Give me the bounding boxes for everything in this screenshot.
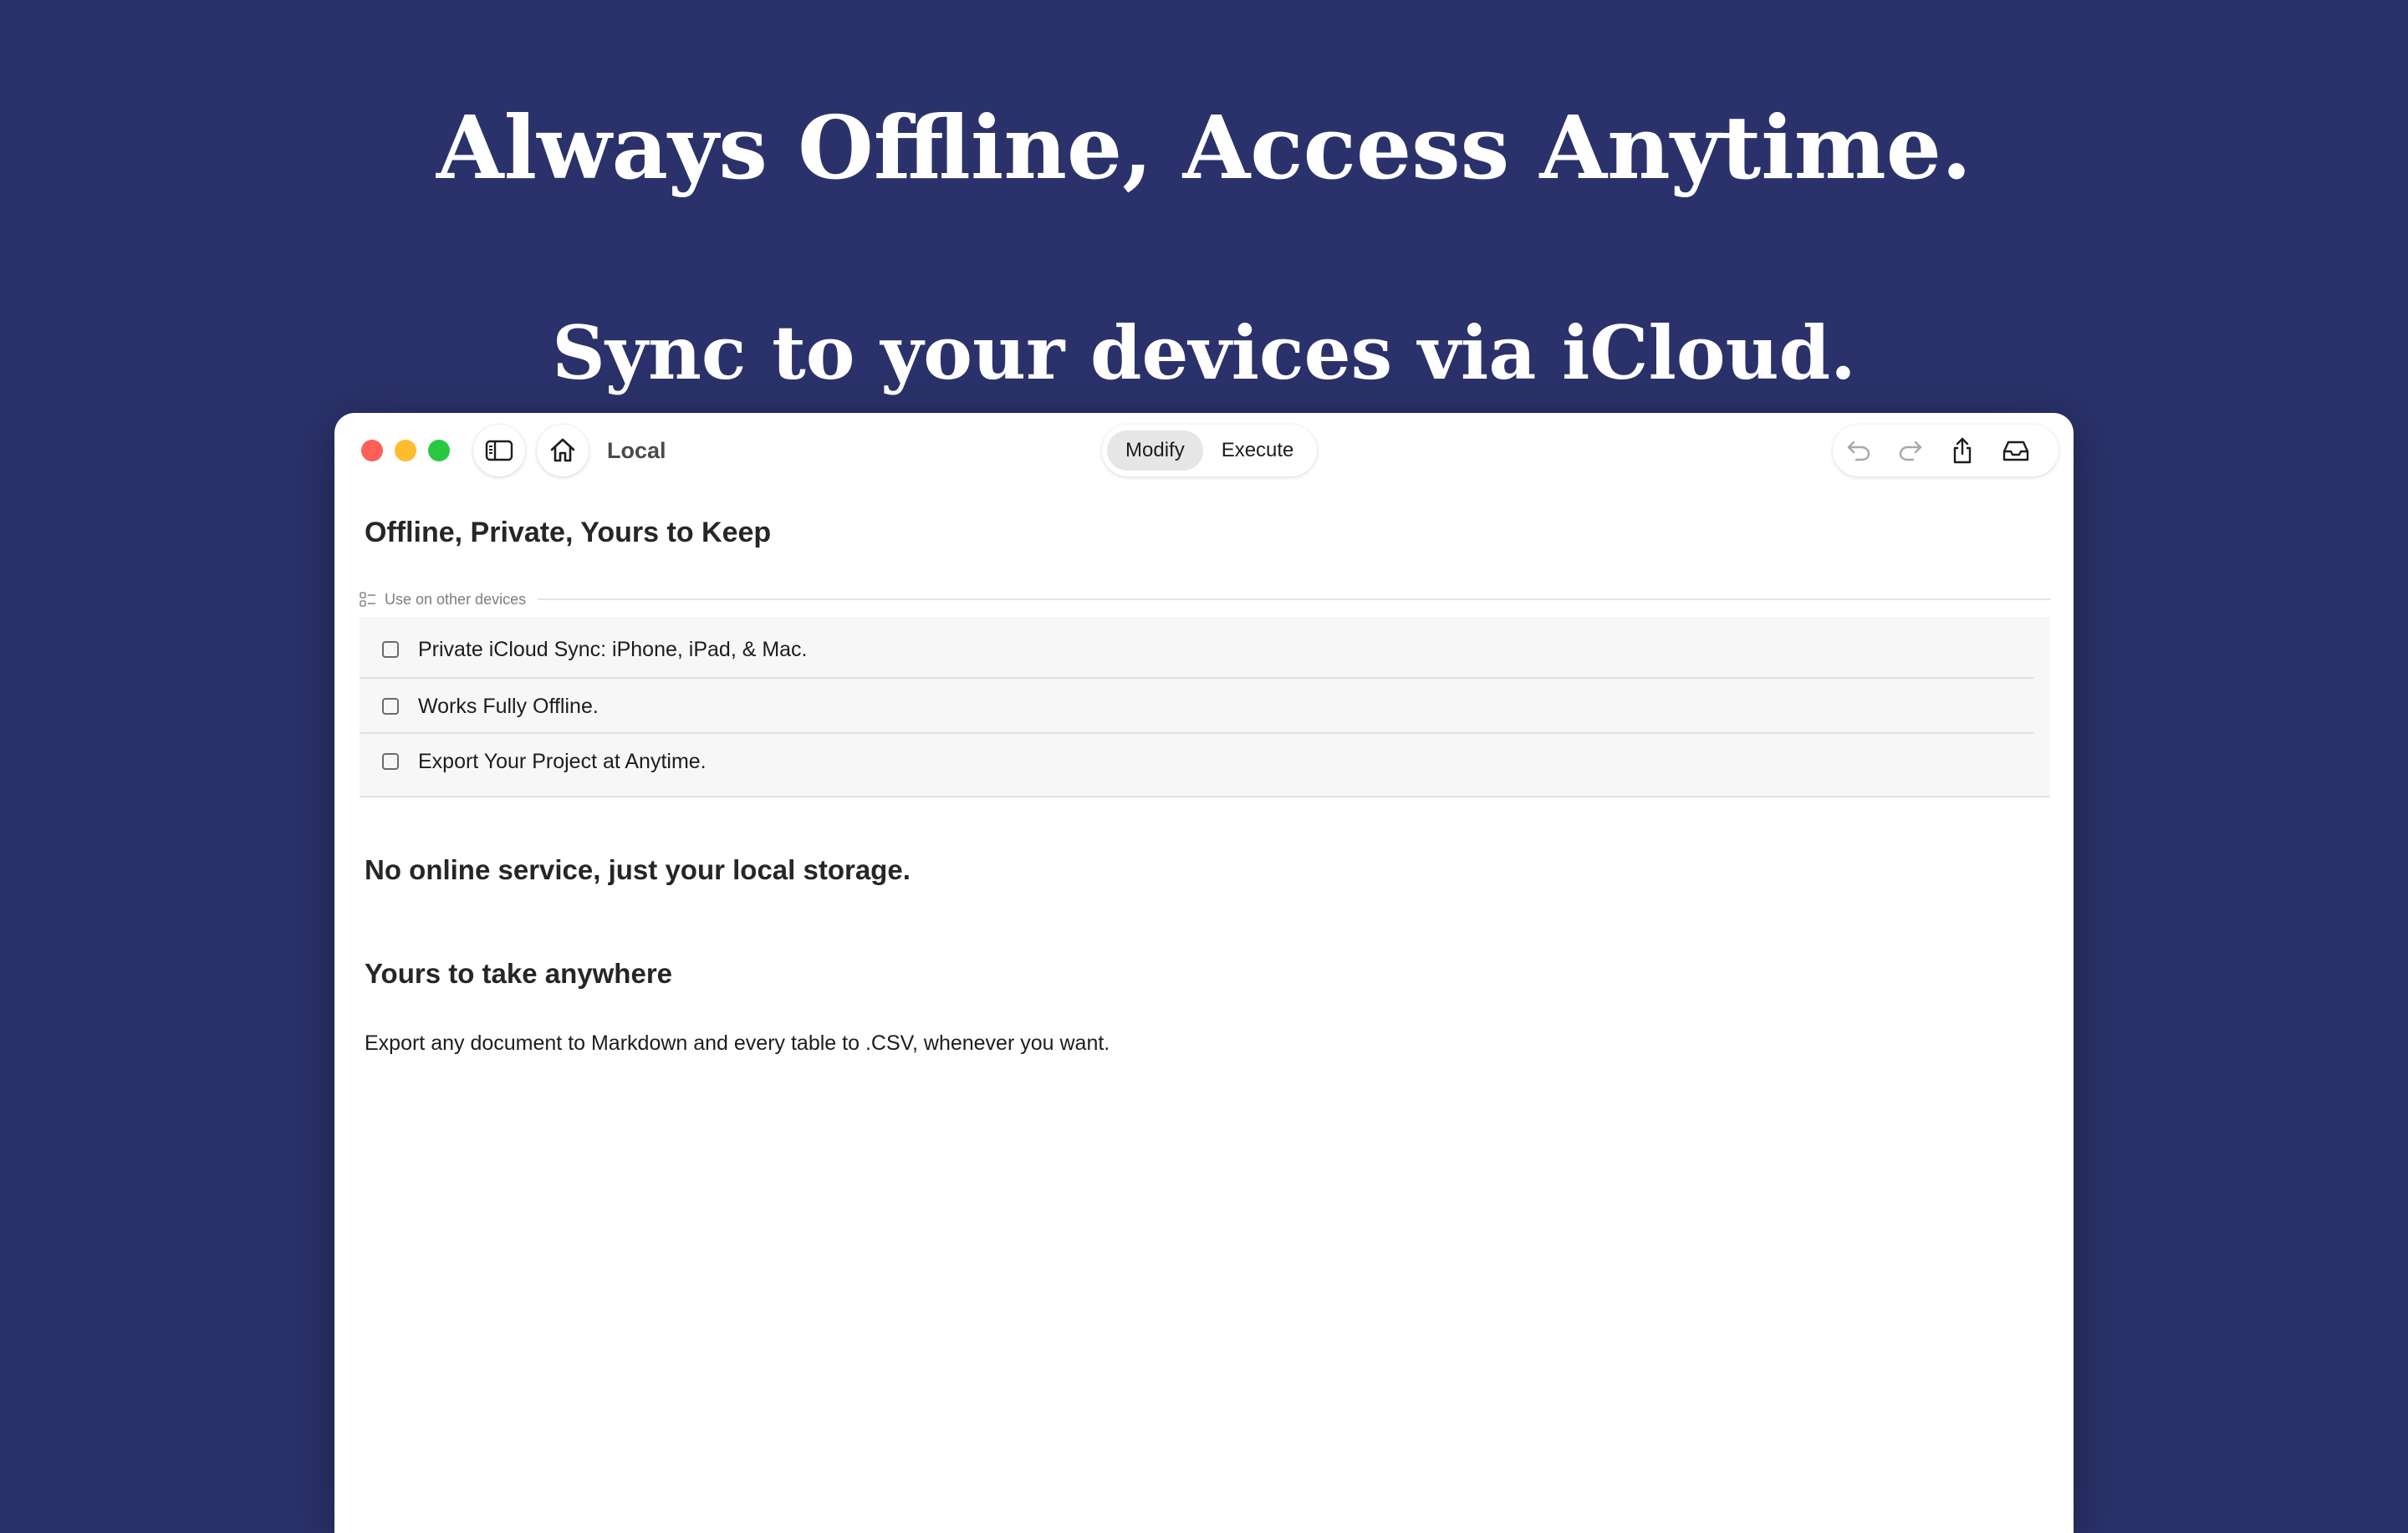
- checkbox[interactable]: [382, 753, 399, 770]
- home-icon: [550, 438, 575, 462]
- checkbox[interactable]: [382, 641, 399, 658]
- checklist-item-label[interactable]: Works Fully Offline.: [418, 695, 599, 719]
- redo-icon[interactable]: [1896, 436, 1925, 465]
- home-button[interactable]: [537, 425, 589, 476]
- document-heading[interactable]: Offline, Private, Yours to Keep: [365, 517, 771, 549]
- tab-execute[interactable]: Execute: [1203, 430, 1313, 471]
- titlebar: Local Modify Execute: [334, 413, 2074, 488]
- inbox-icon[interactable]: [2002, 436, 2030, 465]
- window-title: Local: [607, 438, 666, 463]
- checklist-item-label[interactable]: Export Your Project at Anytime.: [418, 750, 707, 774]
- checklist: Private iCloud Sync: iPhone, iPad, & Mac…: [360, 617, 2050, 797]
- checklist-item: Export Your Project at Anytime.: [360, 732, 2033, 789]
- checklist-label: Use on other devices: [385, 590, 527, 608]
- mode-segmented-control: Modify Execute: [1102, 425, 1318, 476]
- toolbar-actions: [1833, 425, 2059, 476]
- minimize-window-button[interactable]: [395, 440, 416, 461]
- tab-modify[interactable]: Modify: [1107, 430, 1203, 471]
- hero-subheadline: Sync to your devices via iCloud.: [552, 309, 1856, 396]
- paragraph[interactable]: Export any document to Markdown and ever…: [365, 1031, 1110, 1056]
- checklist-icon: [360, 592, 375, 607]
- section-heading[interactable]: No online service, just your local stora…: [365, 854, 911, 886]
- checkbox[interactable]: [382, 698, 399, 715]
- checklist-item: Private iCloud Sync: iPhone, iPad, & Mac…: [360, 622, 2050, 677]
- checklist-item-label[interactable]: Private iCloud Sync: iPhone, iPad, & Mac…: [418, 638, 808, 662]
- hero-headline: Always Offline, Access Anytime.: [436, 96, 1972, 199]
- sidebar-icon: [485, 440, 513, 461]
- share-icon[interactable]: [1948, 436, 1977, 465]
- zoom-window-button[interactable]: [428, 440, 450, 461]
- checklist-item: Works Fully Offline.: [360, 677, 2033, 734]
- close-window-button[interactable]: [361, 440, 383, 461]
- checklist-header: Use on other devices: [360, 588, 2050, 610]
- toggle-sidebar-button[interactable]: [473, 425, 525, 476]
- subsection-heading[interactable]: Yours to take anywhere: [365, 958, 672, 990]
- undo-icon[interactable]: [1844, 436, 1873, 465]
- app-window: Local Modify Execute Offline, Private, Y…: [334, 413, 2074, 1533]
- divider: [538, 598, 2050, 600]
